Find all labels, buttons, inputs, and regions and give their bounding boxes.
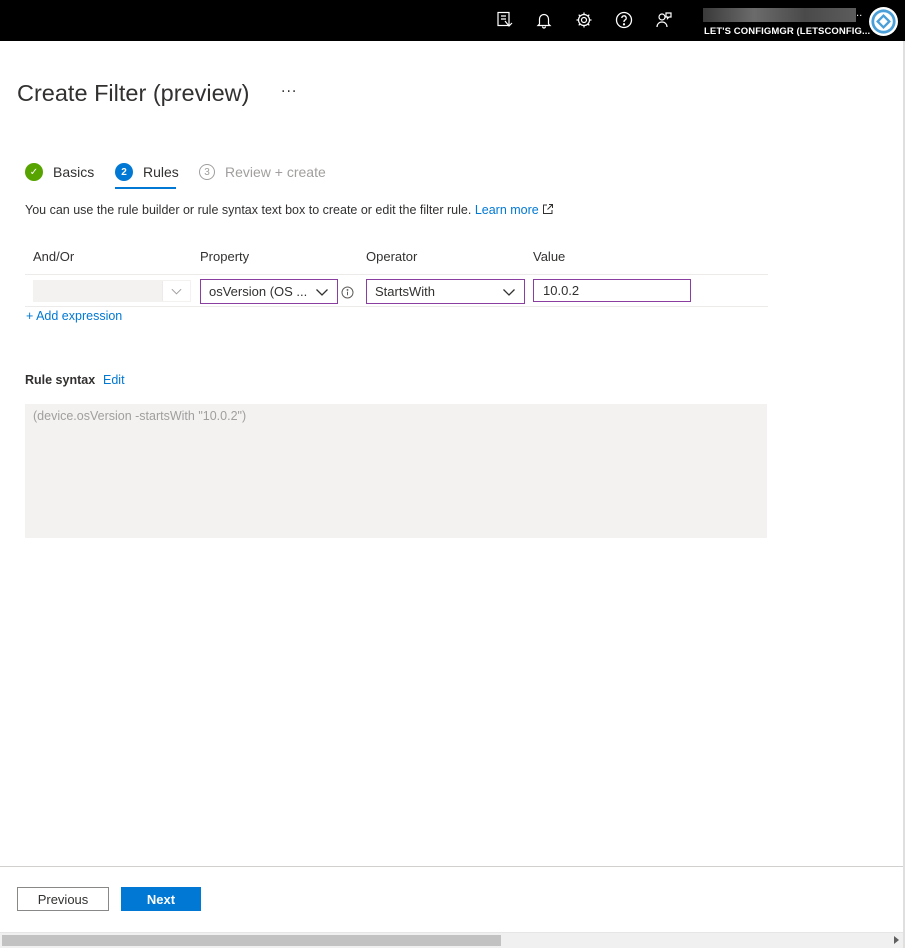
bell-icon[interactable] bbox=[534, 10, 554, 30]
column-header-andor: And/Or bbox=[33, 249, 75, 264]
andor-dropdown[interactable] bbox=[33, 280, 191, 302]
column-header-value: Value bbox=[533, 249, 566, 264]
description: You can use the rule builder or rule syn… bbox=[25, 203, 554, 217]
tab-review-create[interactable]: 3 Review + create bbox=[199, 160, 326, 184]
step-number-icon: 2 bbox=[115, 163, 133, 181]
description-text: You can use the rule builder or rule syn… bbox=[25, 203, 472, 217]
page-title: Create Filter (preview) bbox=[17, 80, 250, 106]
help-icon[interactable] bbox=[614, 10, 634, 30]
horizontal-scrollbar[interactable] bbox=[0, 932, 903, 948]
org-logo-icon bbox=[871, 9, 896, 34]
feedback-icon[interactable] bbox=[654, 10, 674, 30]
top-bar: .. LET'S CONFIGMGR (LETSCONFIG... bbox=[0, 0, 905, 41]
tenant-name[interactable]: LET'S CONFIGMGR (LETSCONFIG... bbox=[704, 26, 870, 37]
operator-dropdown[interactable]: StartsWith bbox=[366, 279, 525, 304]
account-ellipsis: .. bbox=[856, 8, 863, 19]
more-options-icon[interactable]: ··· bbox=[281, 84, 297, 100]
property-dropdown-value: osVersion (OS ... bbox=[209, 284, 308, 299]
rule-syntax-textbox[interactable]: (device.osVersion -startsWith "10.0.2") bbox=[25, 404, 767, 538]
active-tab-indicator bbox=[115, 187, 176, 189]
tab-rules-label: Rules bbox=[143, 164, 179, 180]
scroll-right-arrow-icon[interactable] bbox=[894, 936, 899, 944]
filter-feedback-icon[interactable] bbox=[495, 10, 515, 30]
step-number-icon: 3 bbox=[199, 164, 215, 180]
footer-divider bbox=[0, 866, 903, 867]
external-link-icon bbox=[542, 204, 553, 214]
value-input[interactable] bbox=[533, 279, 691, 302]
check-circle-icon: ✓ bbox=[25, 163, 43, 181]
table-divider bbox=[25, 274, 768, 275]
rule-syntax-label: Rule syntax bbox=[25, 373, 96, 387]
table-divider bbox=[25, 306, 768, 307]
info-icon[interactable] bbox=[341, 286, 354, 299]
property-dropdown[interactable]: osVersion (OS ... bbox=[200, 279, 338, 304]
chevron-down-icon bbox=[171, 288, 182, 295]
scrollbar-thumb[interactable] bbox=[2, 935, 501, 946]
avatar[interactable] bbox=[869, 7, 898, 36]
tab-basics-label: Basics bbox=[53, 164, 95, 180]
learn-more-link[interactable]: Learn more bbox=[475, 203, 554, 217]
gear-icon[interactable] bbox=[574, 10, 594, 30]
chevron-down-icon bbox=[503, 289, 515, 296]
column-header-operator: Operator bbox=[366, 249, 418, 264]
operator-dropdown-value: StartsWith bbox=[375, 284, 435, 299]
tab-review-create-label: Review + create bbox=[225, 164, 326, 180]
tab-basics[interactable]: ✓ Basics bbox=[25, 160, 94, 184]
previous-button[interactable]: Previous bbox=[17, 887, 109, 911]
column-header-property: Property bbox=[200, 249, 250, 264]
chevron-down-icon bbox=[316, 289, 328, 296]
add-expression-link[interactable]: + Add expression bbox=[26, 309, 122, 323]
tab-rules[interactable]: 2 Rules bbox=[115, 160, 179, 184]
next-button[interactable]: Next bbox=[121, 887, 201, 911]
account-name-redacted[interactable] bbox=[703, 8, 856, 22]
rule-syntax-edit-link[interactable]: Edit bbox=[103, 373, 125, 387]
